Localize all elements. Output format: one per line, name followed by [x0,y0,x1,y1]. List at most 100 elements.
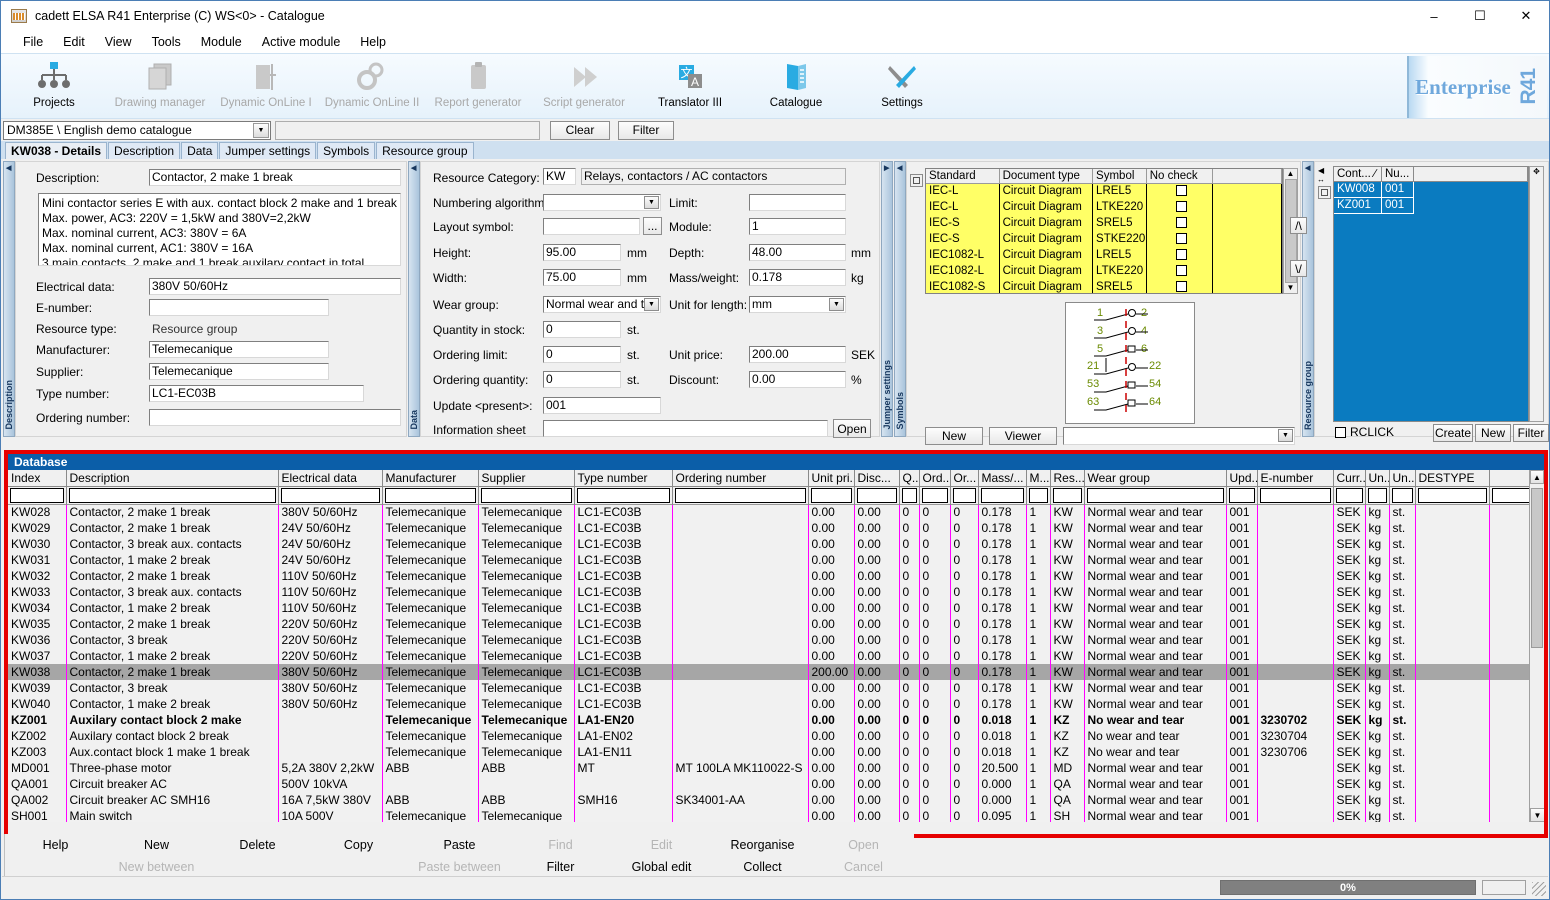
database-filter-unit_qty[interactable] [1391,487,1413,503]
collapse-right-icon-jumper[interactable]: ▶ [884,164,889,172]
database-col-manufacturer[interactable]: Manufacturer [382,470,479,487]
chevron-down-icon-unit-length[interactable]: ▼ [829,298,844,311]
collapse-left-icon-rg[interactable]: ◀ [1305,164,1310,172]
unit-for-length-select[interactable]: mm ▼ [749,296,846,313]
symbols-col-no-check[interactable]: No check [1146,169,1214,184]
catalogue-select[interactable]: DM385E \ English demo catalogue ▼ [3,120,271,140]
ordering-limit-input[interactable]: 0 [543,346,621,363]
database-col-index[interactable]: Index [8,470,67,487]
database-vertical-scrollbar[interactable]: ▲ ▼ [1529,470,1544,822]
move-up-button[interactable]: /\ [1290,217,1307,234]
numbering-algorithm-select[interactable]: ▼ [543,194,661,211]
unit-price-input[interactable]: 200.00 [749,346,846,363]
database-col-type_number[interactable]: Type number [574,470,673,487]
open-button[interactable]: Open [813,834,914,856]
module-input[interactable]: 1 [749,218,846,235]
table-row[interactable]: KW032 Contactor, 2 make 1 break 110V 50/60… [8,568,1544,584]
symbols-col-symbol[interactable]: Symbol [1093,169,1147,184]
discount-input[interactable]: 0.00 [749,371,846,388]
symbols-expand-icon[interactable] [910,174,923,187]
collapse-left-icon[interactable]: ◀ [6,164,11,172]
database-col-upd[interactable]: Upd... [1226,470,1258,487]
ribbon-button-settings[interactable]: Settings [849,54,955,109]
menu-item-module[interactable]: Module [191,33,252,51]
rclick-toggle[interactable]: RCLICK [1335,425,1394,439]
no-check-checkbox[interactable] [1175,201,1187,212]
maximize-icon[interactable]: ☐ [1457,1,1503,31]
chevron-down-icon-numbering[interactable]: ▼ [644,196,659,209]
copy-button[interactable]: Copy [308,834,409,856]
database-filter-unit_mass[interactable] [1367,487,1387,503]
table-row[interactable]: KW035 Contactor, 2 make 1 break 220V 50/60… [8,616,1544,632]
information-sheet-input[interactable] [543,420,828,437]
database-filter-electrical[interactable] [280,487,380,503]
database-filter-type_number[interactable] [576,487,670,503]
database-filter-manufacturer[interactable] [384,487,476,503]
table-row[interactable]: MD001 Three-phase motor 5,2A 380V 2,2kW ABB… [8,760,1544,776]
description-input[interactable]: Contactor, 2 make 1 break [149,169,401,186]
database-filter-supplier[interactable] [480,487,572,503]
menu-item-help[interactable]: Help [350,33,396,51]
new-button[interactable]: New [106,834,207,856]
table-row[interactable]: KW040 Contactor, 1 make 2 break 380V 50/60… [8,696,1544,712]
database-filter-description[interactable] [68,487,276,503]
symbols-cell-nocheck[interactable] [1147,264,1214,280]
database-filter-destype[interactable] [1417,487,1487,503]
database-filter-unit_price[interactable] [810,487,852,503]
clear-button[interactable]: Clear [550,120,610,140]
close-icon[interactable]: ✕ [1503,1,1549,31]
symbols-col-standard[interactable]: Standard [926,169,1000,184]
resource-group-row[interactable]: KZ001 001 [1334,198,1528,214]
chevron-down-icon-wear-group[interactable]: ▼ [644,298,659,311]
rg-expand-icon[interactable] [1318,186,1331,199]
ribbon-button-projects[interactable]: Projects [1,54,107,109]
table-row[interactable]: KW033 Contactor, 3 break aux. contacts 110… [8,584,1544,600]
table-row[interactable]: KZ002 Auxilary contact block 2 break Telem… [8,728,1544,744]
table-row[interactable]: KZ001 Auxilary contact block 2 make Teleme… [8,712,1544,728]
rg-resize-icon[interactable]: ↔ [1317,175,1325,184]
table-row[interactable]: KW038 Contactor, 2 make 1 break 380V 50/60… [8,664,1544,680]
resource-group-scrollbar[interactable]: ✥ [1529,166,1544,422]
tab-jumper-settings[interactable]: Jumper settings [219,142,317,159]
description-notes-textarea[interactable]: Mini contactor series E with aux. contac… [38,193,401,266]
collapse-left-icon-data[interactable]: ◀ [411,164,416,172]
menu-item-file[interactable]: File [13,33,53,51]
scroll-up-icon[interactable]: ▲ [1287,169,1295,179]
quantity-in-stock-input[interactable]: 0 [543,321,621,338]
symbols-preview-select[interactable]: ▼ [1063,427,1295,445]
database-col-module[interactable]: M... [1026,470,1051,487]
database-col-discount[interactable]: Disc... [854,470,900,487]
database-filter-discount[interactable] [856,487,897,503]
symbols-row[interactable]: IEC-S Circuit Diagram STKE220 [926,232,1282,248]
manufacturer-input[interactable]: Telemecanique [149,341,329,358]
find-button[interactable]: Find [510,834,611,856]
edit-button[interactable]: Edit [611,834,712,856]
symbols-row[interactable]: IEC-S Circuit Diagram SREL5 [926,216,1282,232]
symbols-col-blank[interactable] [1213,169,1282,184]
database-col-mass[interactable]: Mass/... [978,470,1027,487]
database-filter-upd[interactable] [1228,487,1255,503]
resize-grip-icon[interactable] [1532,882,1546,896]
database-col-qty[interactable]: Q... [899,470,920,487]
new-between-button[interactable]: New between [106,856,207,878]
electrical-data-input[interactable]: 380V 50/60Hz [149,278,401,295]
database-col-wear_group[interactable]: Wear group [1084,470,1227,487]
table-row[interactable]: KW030 Contactor, 3 break aux. contacts 24V… [8,536,1544,552]
table-row[interactable]: KW036 Contactor, 3 break 220V 50/60Hz Telem… [8,632,1544,648]
symbols-cell-nocheck[interactable] [1147,200,1214,216]
table-row[interactable]: KW039 Contactor, 3 break 380V 50/60Hz Telem… [8,680,1544,696]
global-edit-button[interactable]: Global edit [611,856,712,878]
search-input[interactable] [275,120,540,140]
information-sheet-open-button[interactable]: Open [833,419,871,438]
paste-button[interactable]: Paste [409,834,510,856]
collapse-left-icon-symbols[interactable]: ◀ [897,164,902,172]
minimize-icon[interactable]: – [1411,1,1457,31]
layout-symbol-input[interactable] [543,218,640,235]
mass-weight-input[interactable]: 0.178 [749,269,846,286]
vertical-tab-resource-group[interactable]: ◀ Resource group [1302,161,1314,437]
vertical-tab-symbols[interactable]: ◀ Symbols [894,161,906,437]
filter-button[interactable]: Filter [618,120,674,140]
symbols-row[interactable]: IEC-L Circuit Diagram LREL5 [926,184,1282,200]
table-row[interactable]: KW037 Contactor, 1 make 2 break 220V 50/60… [8,648,1544,664]
symbols-row[interactable]: IEC1082-S Circuit Diagram SREL5 [926,280,1282,293]
